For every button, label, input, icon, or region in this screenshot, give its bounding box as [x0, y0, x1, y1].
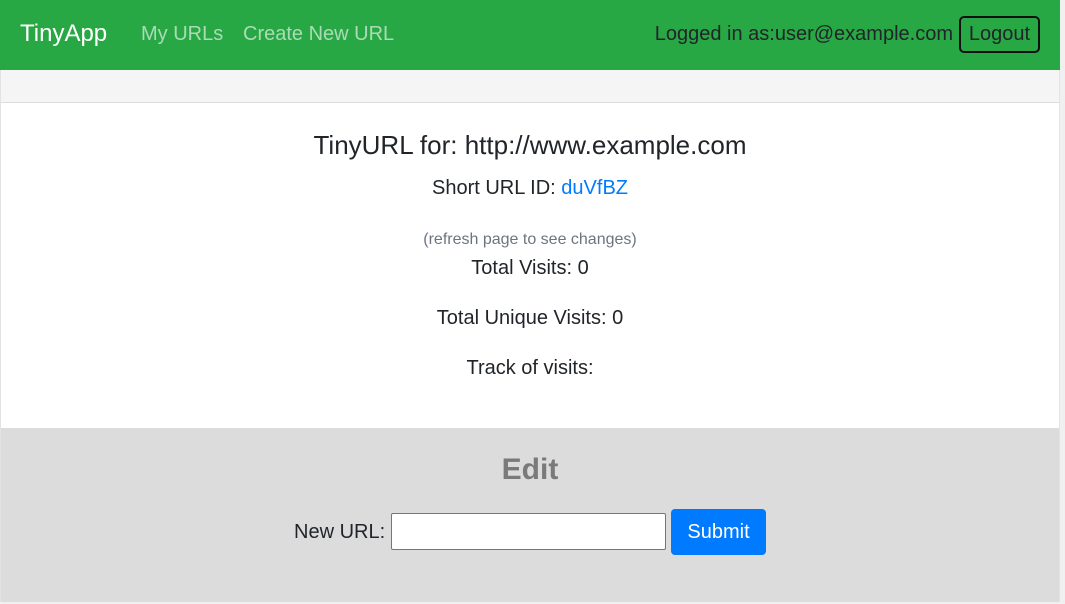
new-url-label: New URL:	[294, 521, 386, 543]
nav-create-new-url-link[interactable]: Create New URL	[243, 22, 394, 46]
total-visits-text: Total Visits: 0	[471, 257, 589, 279]
brand-link[interactable]: TinyApp	[20, 19, 107, 49]
short-url-line: Short URL ID: duVfBZ	[1, 176, 1059, 200]
card-header	[1, 70, 1059, 103]
edit-heading: Edit	[501, 453, 559, 486]
refresh-note: (refresh page to see changes)	[423, 231, 637, 248]
edit-section: Edit New URL: Submit	[1, 428, 1059, 602]
new-url-input[interactable]	[391, 513, 666, 550]
page: TinyApp My URLs Create New URL Logged in…	[0, 0, 1065, 604]
submit-button[interactable]: Submit	[671, 509, 766, 555]
nav-my-urls-link[interactable]: My URLs	[141, 22, 223, 46]
short-url-link[interactable]: duVfBZ	[561, 177, 628, 199]
short-url-label: Short URL ID:	[432, 177, 562, 199]
track-visits-text: Track of visits:	[466, 357, 594, 379]
unique-visits-text: Total Unique Visits: 0	[436, 307, 624, 329]
url-details-card: TinyURL for: http://www.example.com Shor…	[1, 103, 1059, 428]
page-title: TinyURL for: http://www.example.com	[313, 130, 747, 160]
scrollbar-gutter	[1060, 0, 1065, 604]
logged-in-user-text: Logged in as:user@example.com	[654, 23, 953, 45]
top-navbar: TinyApp My URLs Create New URL Logged in…	[0, 0, 1060, 70]
logout-button[interactable]: Logout	[959, 16, 1040, 53]
